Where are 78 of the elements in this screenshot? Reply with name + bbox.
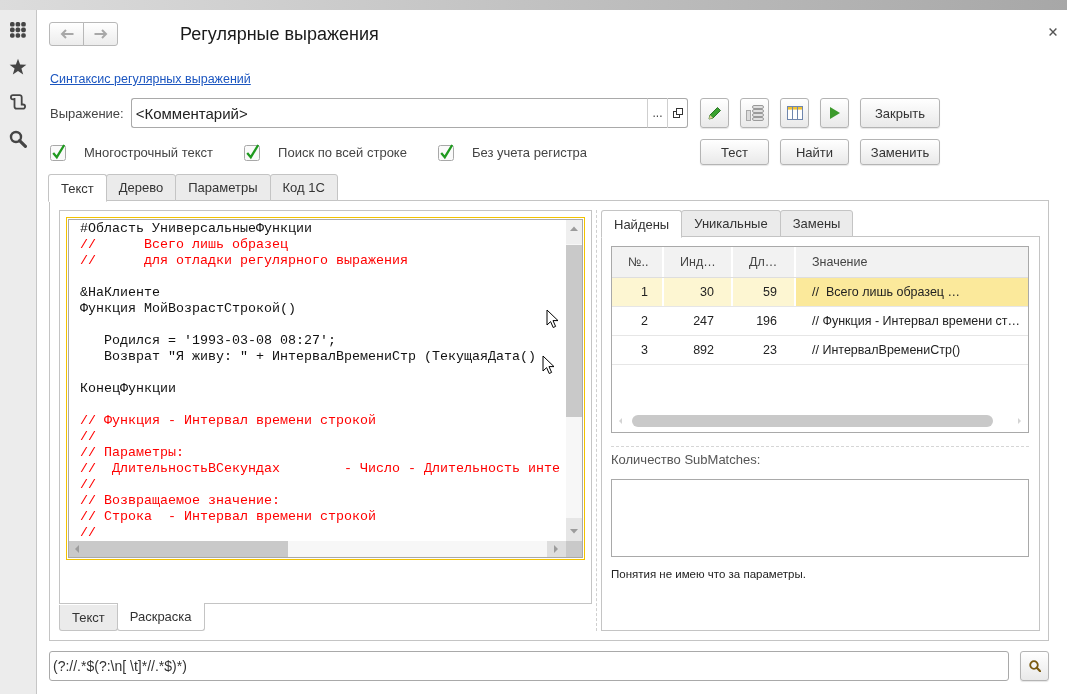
expression-field[interactable]: <Комментарий> bbox=[130, 98, 647, 128]
note-text: Понятия не имею что за параметры. bbox=[611, 568, 807, 581]
code-line: &НаКлиенте bbox=[80, 285, 161, 301]
tab[interactable]: Раскраска bbox=[116, 603, 205, 631]
code-comment: // Всего лишь образец bbox=[80, 237, 289, 253]
field-label: Количество SubMatches: bbox=[611, 453, 762, 467]
mouse-pointer-icon bbox=[546, 309, 559, 329]
tab[interactable]: Уникальные bbox=[681, 210, 781, 237]
table-cell-text: // Функция - Интервал времени ст… bbox=[811, 313, 1022, 330]
code-line: КонецФункции bbox=[80, 381, 177, 397]
play-icon bbox=[829, 107, 840, 119]
code-comment: // Функция - Интервал времени строкой bbox=[80, 413, 377, 429]
open-button[interactable] bbox=[667, 98, 688, 128]
checkbox[interactable] bbox=[244, 143, 261, 161]
table-cell-text: // ИнтервалВремениСтр() bbox=[811, 342, 962, 359]
tab[interactable]: Текст bbox=[48, 174, 107, 202]
apps-grid-icon[interactable] bbox=[10, 22, 26, 38]
horizontal-scrollbar[interactable] bbox=[69, 541, 566, 557]
code-line: Родился = '1993-03-08 08:27'; bbox=[103, 333, 337, 349]
arrow-left-icon bbox=[59, 29, 74, 39]
tab[interactable]: Код 1С bbox=[269, 174, 338, 201]
code-line: Возврат "Я живу: " + ИнтервалВремениСтр (ТекущаяДата() bbox=[103, 349, 537, 365]
syntax-link[interactable]: Синтаксис регулярных выражений bbox=[50, 72, 251, 86]
list-icon bbox=[745, 105, 764, 121]
tab[interactable]: Замены bbox=[779, 210, 854, 237]
pattern-field[interactable]: (?://.*$(?:\n[ \t]*//.*$)*) bbox=[49, 651, 1009, 681]
back-button[interactable] bbox=[49, 22, 84, 46]
vertical-scrollbar[interactable] bbox=[566, 220, 582, 557]
window-title: Регулярные выражения bbox=[180, 23, 379, 45]
arrow-right-icon bbox=[93, 29, 108, 39]
table-cell: 3 bbox=[612, 336, 664, 364]
code-comment: // Строка - Интервал времени строкой bbox=[80, 509, 377, 525]
table-cell: 23 bbox=[733, 336, 796, 364]
forward-button[interactable] bbox=[83, 22, 118, 46]
code-line: #Область УниверсальныеФункции bbox=[80, 221, 313, 237]
checkbox[interactable] bbox=[50, 143, 66, 161]
code-comment: // bbox=[80, 525, 97, 541]
code-editor[interactable] bbox=[66, 217, 585, 560]
checkbox-label[interactable]: Поиск по всей строке bbox=[278, 144, 407, 160]
table-row[interactable]: 1 30 59 // Всего лишь образец … bbox=[612, 278, 1028, 307]
close-button[interactable]: Закрыть bbox=[860, 98, 940, 128]
column-header[interactable]: Значение bbox=[796, 247, 1028, 277]
search-icon bbox=[1028, 660, 1041, 672]
tab[interactable]: Параметры bbox=[175, 174, 271, 201]
document-icon[interactable] bbox=[10, 94, 26, 110]
star-icon[interactable] bbox=[9, 58, 27, 75]
close-icon[interactable] bbox=[1049, 28, 1057, 36]
code-comment: // для отладки регулярного выражения bbox=[80, 253, 409, 269]
replace-button[interactable]: Заменить bbox=[860, 139, 940, 165]
search-icon[interactable] bbox=[9, 130, 27, 148]
list-button[interactable] bbox=[740, 98, 769, 128]
code-comment: // ДлительностьВСекундах - Число - Длительность инте bbox=[80, 461, 561, 477]
code-comment: // bbox=[80, 477, 97, 493]
choice-button[interactable]: ... bbox=[647, 98, 667, 128]
two-squares-icon bbox=[672, 108, 683, 118]
table-cell: // Всего лишь образец … bbox=[796, 278, 1028, 306]
checkbox[interactable] bbox=[437, 143, 454, 161]
columns-button[interactable] bbox=[780, 98, 809, 128]
run-button[interactable] bbox=[820, 98, 849, 128]
tab[interactable]: Найдены bbox=[601, 210, 683, 238]
mouse-pointer-icon bbox=[542, 355, 555, 375]
tab[interactable]: Текст bbox=[59, 605, 118, 631]
code-comment: // bbox=[80, 429, 97, 445]
pencil-icon bbox=[707, 106, 722, 120]
test-button[interactable]: Тест bbox=[700, 139, 769, 165]
submatches-field[interactable] bbox=[611, 479, 1029, 557]
field-label: Выражение: bbox=[50, 105, 124, 121]
table-cell: 892 bbox=[664, 336, 733, 364]
code-comment: // Возвращаемое значение: bbox=[80, 493, 281, 509]
edit-button[interactable] bbox=[700, 98, 729, 128]
find-button[interactable]: Найти bbox=[780, 139, 849, 165]
code-comment: // Параметры: bbox=[80, 445, 185, 461]
checkbox-label[interactable]: Без учета регистра bbox=[471, 144, 588, 160]
code-line: Функция МойВозрастСтрокой() bbox=[80, 301, 297, 317]
search-button[interactable] bbox=[1020, 651, 1049, 681]
tab[interactable]: Дерево bbox=[105, 174, 177, 201]
columns-icon bbox=[786, 106, 803, 120]
checkbox-label[interactable]: Многострочный текст bbox=[84, 144, 214, 160]
